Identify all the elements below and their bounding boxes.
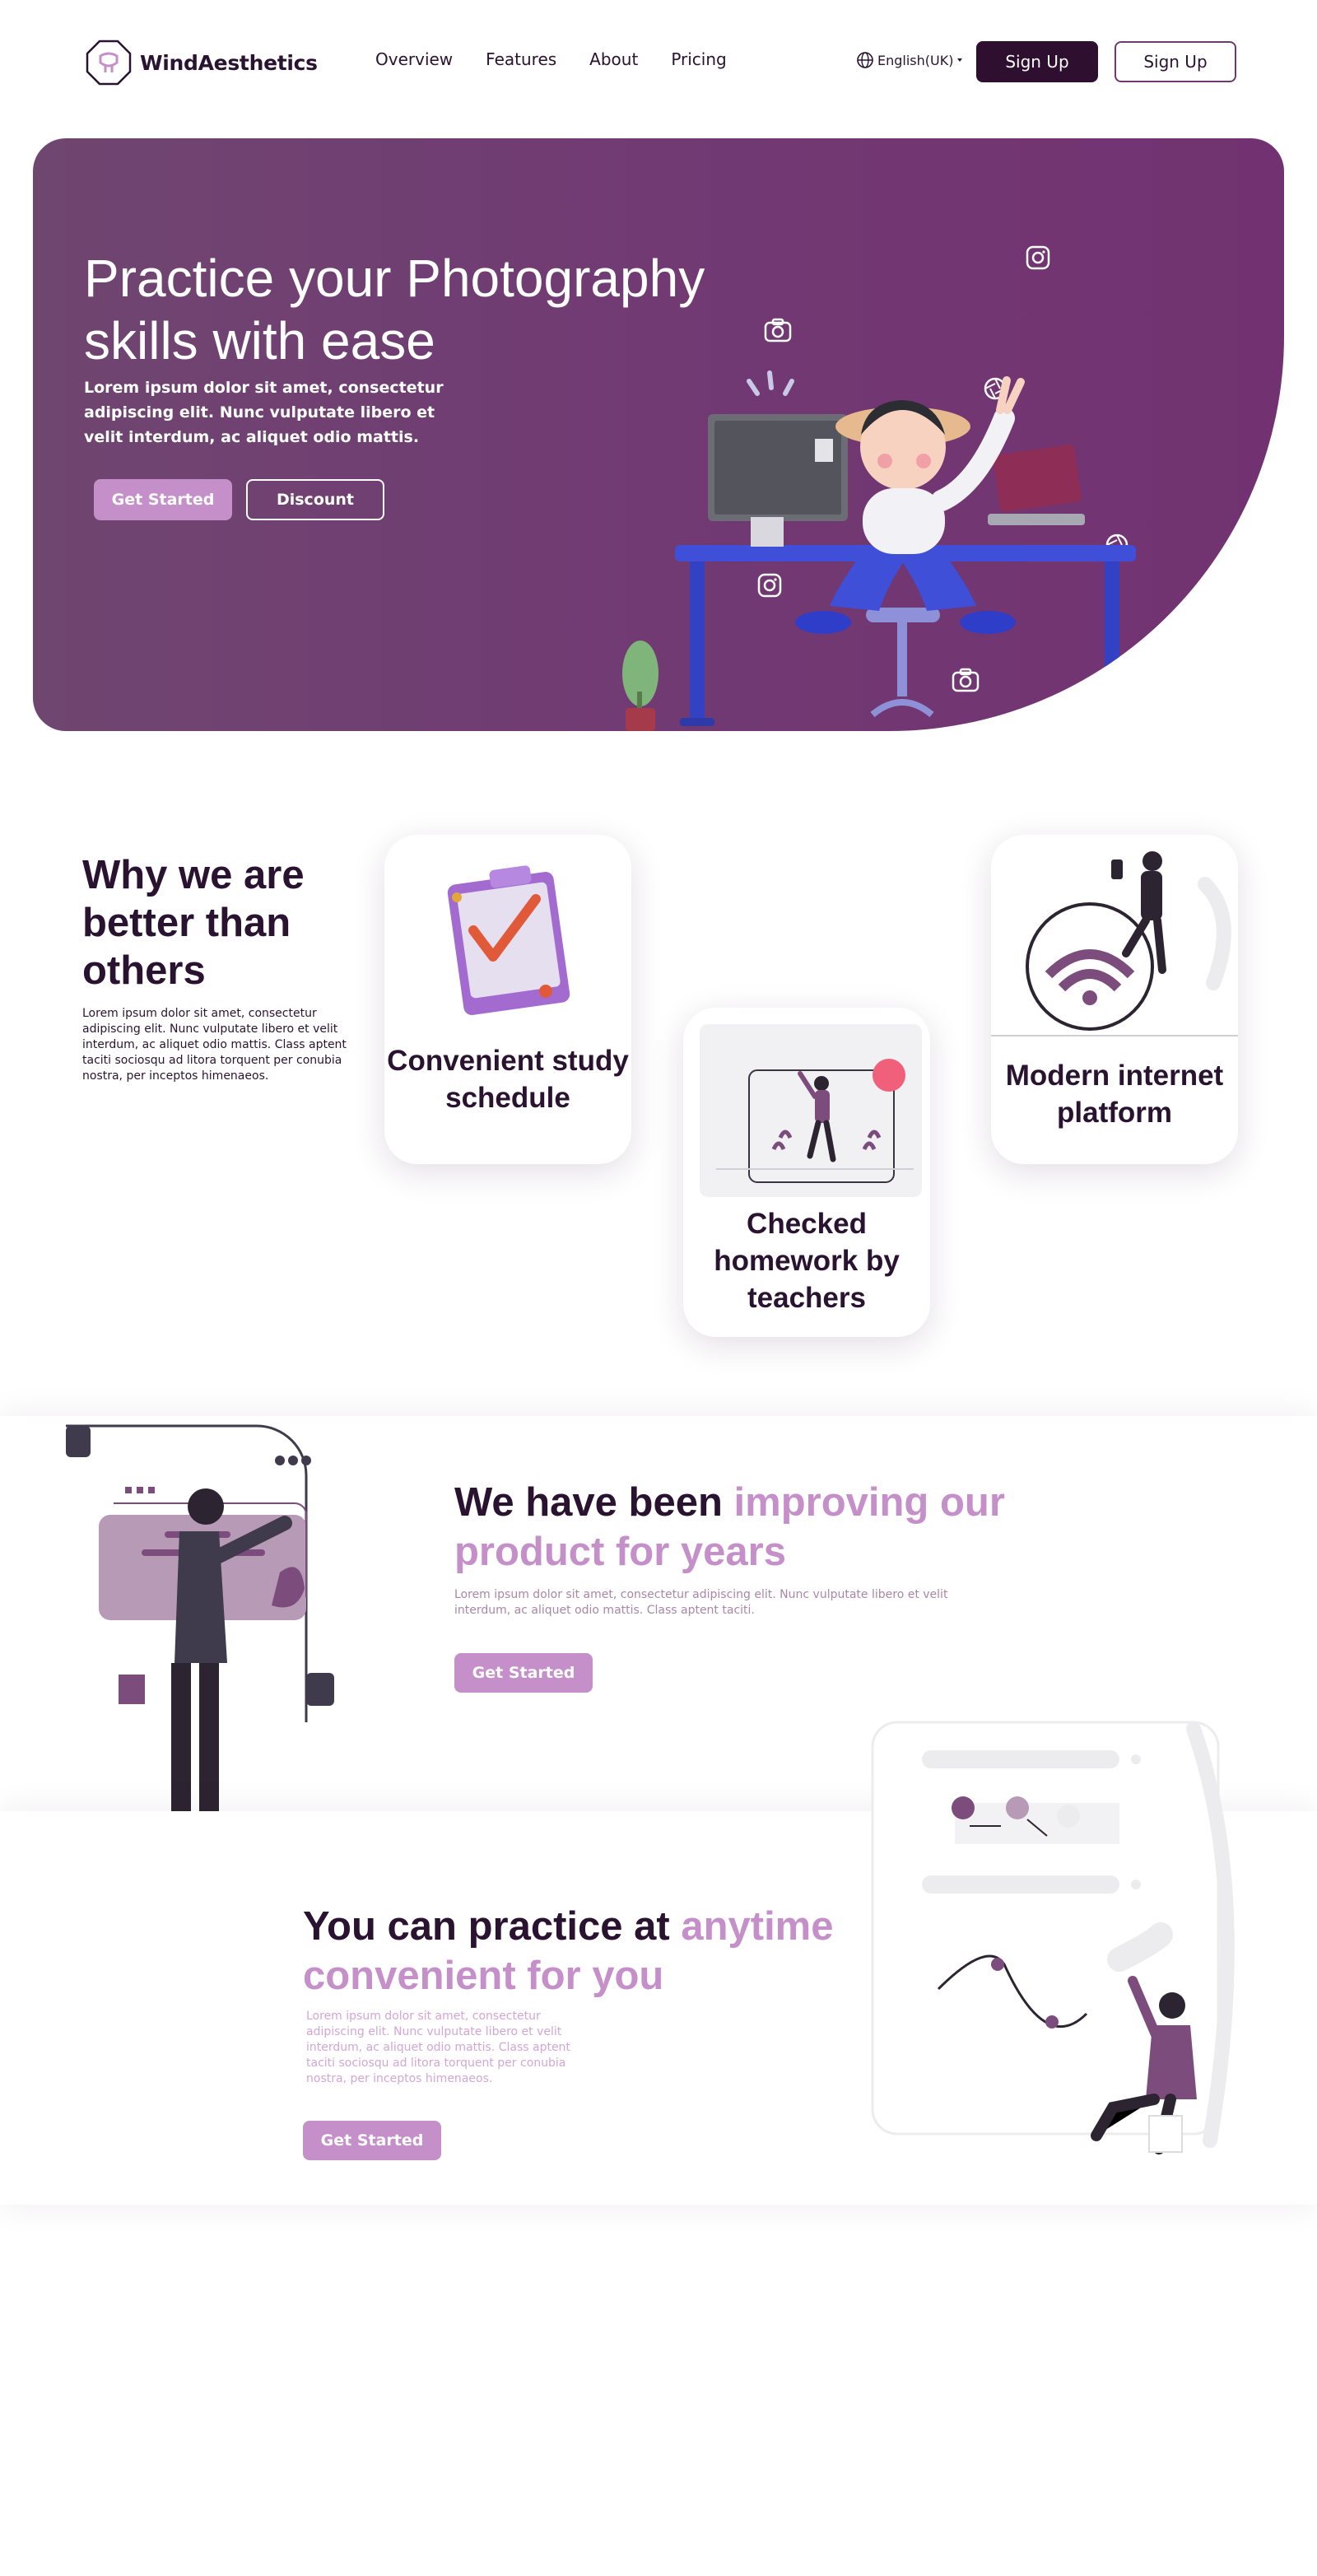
hero-section: Practice your Photography skills with ea… <box>33 138 1284 731</box>
anytime-get-started-button[interactable]: Get Started <box>303 2121 441 2160</box>
feature-card-homework[interactable]: Checked homework by teachers <box>683 1008 930 1337</box>
improving-title: We have been improving our product for y… <box>454 1478 1031 1577</box>
homework-illustration <box>700 1024 922 1197</box>
logo-icon <box>86 40 132 86</box>
card-label-internet-platform: Modern internet platform <box>1005 1060 1224 1129</box>
why-title: Why we are better than others <box>82 853 305 993</box>
logo-text: WindAesthetics <box>140 50 318 75</box>
clipboard-illustration <box>447 865 570 1015</box>
nav-link-about[interactable]: About <box>589 49 638 69</box>
improving-text: Lorem ipsum dolor sit amet, consectetur … <box>454 1588 948 1617</box>
camera-icon <box>952 668 980 692</box>
nav-link-overview[interactable]: Overview <box>375 49 453 69</box>
nav-link-pricing[interactable]: Pricing <box>671 49 726 69</box>
feature-card-study-schedule[interactable]: Convenient study schedule <box>384 835 631 1164</box>
anytime-title: You can practice at anytime convenient f… <box>303 1902 879 2001</box>
hero-subtitle: Lorem ipsum dolor sit amet, consectetur … <box>84 379 444 446</box>
language-selector[interactable]: English(UK) <box>856 51 963 69</box>
camera-icon <box>764 318 792 342</box>
language-label: English(UK) <box>877 52 954 68</box>
sign-up-button-primary[interactable]: Sign Up <box>976 41 1098 82</box>
logo[interactable]: WindAesthetics <box>86 40 318 86</box>
chevron-down-icon <box>957 58 963 62</box>
card-label-study-schedule: Convenient study schedule <box>387 1045 629 1114</box>
get-started-button[interactable]: Get Started <box>94 479 232 520</box>
card-label-homework: Checked homework by teachers <box>714 1208 900 1314</box>
analytics-illustration <box>871 1721 1235 2154</box>
discount-button[interactable]: Discount <box>246 479 384 520</box>
wifi-illustration <box>991 851 1238 1036</box>
sign-up-button-secondary[interactable]: Sign Up <box>1115 41 1236 82</box>
anytime-text: Lorem ipsum dolor sit amet, consectetur … <box>306 2010 570 2085</box>
instagram-icon <box>757 573 782 598</box>
feature-card-internet-platform[interactable]: Modern internet platform <box>991 835 1238 1164</box>
improving-title-plain: We have been <box>454 1480 734 1525</box>
nav-link-features[interactable]: Features <box>486 49 556 69</box>
anytime-title-plain: You can practice at <box>303 1904 682 1949</box>
why-text: Lorem ipsum dolor sit amet, consectetur … <box>82 1007 347 1083</box>
instagram-icon <box>1026 245 1050 270</box>
globe-icon <box>857 52 873 68</box>
nav-links: Overview Features About Pricing <box>375 49 727 69</box>
top-navigation: WindAesthetics Overview Features About P… <box>0 0 1317 123</box>
improving-get-started-button[interactable]: Get Started <box>454 1653 593 1693</box>
hero-illustration <box>622 245 1136 731</box>
